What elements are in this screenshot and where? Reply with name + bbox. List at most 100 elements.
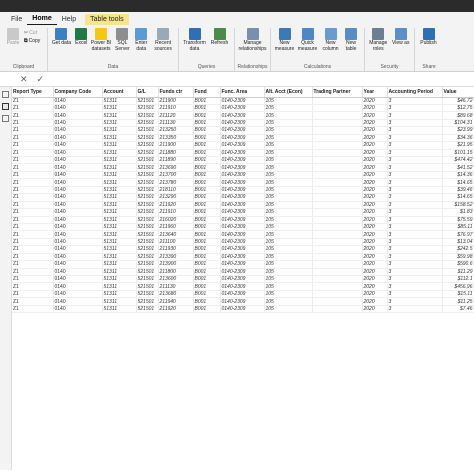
table-cell[interactable]: 0140-2309 [220, 111, 265, 120]
table-cell[interactable]: 213700 [158, 171, 194, 180]
table-cell[interactable]: 0140 [53, 268, 103, 277]
table-cell[interactable]: B001 [193, 119, 221, 128]
table-row[interactable]: Z1 0140 51311 521501 211130 B001 0140-2309 105 2… [12, 119, 474, 128]
table-cell[interactable]: 51311 [102, 238, 137, 247]
table-cell[interactable]: $34.36 [442, 134, 474, 143]
table-cell[interactable]: 0140 [53, 208, 103, 217]
table-cell[interactable]: Z1 [12, 163, 54, 172]
table-cell[interactable]: 0140 [53, 111, 103, 120]
table-cell[interactable]: 0140-2309 [220, 97, 265, 105]
table-cell[interactable]: $15.11 [442, 290, 474, 299]
table-cell[interactable]: 2020 [362, 275, 388, 284]
table-cell[interactable]: Z1 [12, 111, 54, 120]
tab-help[interactable]: Help [57, 16, 81, 25]
table-cell[interactable]: B001 [193, 201, 221, 210]
table-cell[interactable]: 105 [264, 268, 313, 277]
table-cell[interactable]: 3 [387, 201, 443, 210]
recent-sources-button[interactable]: Recent sources [150, 28, 176, 64]
table-cell[interactable]: 521501 [136, 156, 159, 165]
table-cell[interactable]: 0140 [53, 230, 103, 239]
table-cell[interactable]: 211890 [158, 156, 194, 165]
table-cell[interactable]: 0140-2309 [220, 268, 265, 277]
column-header[interactable]: Account [102, 87, 137, 98]
table-cell[interactable]: 0140 [53, 171, 103, 180]
table-cell[interactable]: 51311 [102, 201, 137, 210]
table-cell[interactable]: 105 [264, 208, 313, 217]
table-cell[interactable]: 211930 [158, 245, 194, 254]
table-cell[interactable]: B001 [193, 223, 221, 232]
table-cell[interactable]: 211910 [158, 208, 194, 217]
table-row[interactable]: Z1 0140 51311 521501 213780 B001 0140-2309 105 2… [12, 178, 474, 187]
table-cell[interactable]: 2020 [362, 111, 388, 120]
table-cell[interactable]: 3 [387, 149, 443, 158]
column-header[interactable]: Func. Area [220, 87, 265, 98]
column-header[interactable]: Report Type [12, 87, 54, 98]
table-cell[interactable]: 2020 [362, 134, 388, 143]
table-cell[interactable]: 51311 [102, 245, 137, 254]
table-cell[interactable]: 0140 [53, 223, 103, 232]
table-cell[interactable]: 521501 [136, 163, 159, 172]
table-cell[interactable]: Z1 [12, 275, 54, 284]
table-row[interactable]: Z1 0140 51311 521501 211910 B001 0140-2309 105 2… [12, 104, 474, 113]
table-cell[interactable]: 2020 [362, 104, 388, 113]
table-cell[interactable]: Z1 [12, 119, 54, 128]
table-cell[interactable]: $112.1 [442, 275, 474, 284]
table-cell[interactable]: 0140 [53, 305, 103, 314]
table-cell[interactable] [312, 297, 363, 306]
manage-relationships-button[interactable]: Manage relationships [237, 28, 268, 64]
table-cell[interactable]: 51311 [102, 134, 137, 143]
table-cell[interactable]: 521501 [136, 275, 159, 284]
table-cell[interactable]: 3 [387, 134, 443, 143]
table-cell[interactable] [312, 253, 363, 262]
table-cell[interactable]: 521501 [136, 216, 159, 224]
table-cell[interactable]: 0140-2309 [220, 141, 265, 150]
table-cell[interactable]: 0140 [53, 253, 103, 262]
table-cell[interactable] [312, 282, 363, 291]
table-cell[interactable] [312, 134, 363, 143]
table-cell[interactable]: 105 [264, 156, 313, 165]
table-cell[interactable]: 51311 [102, 297, 137, 306]
table-cell[interactable]: $14.65 [442, 193, 474, 202]
table-cell[interactable]: 51311 [102, 163, 137, 172]
table-cell[interactable]: $13.04 [442, 238, 474, 247]
table-cell[interactable]: 51311 [102, 119, 137, 128]
table-cell[interactable]: 213900 [158, 260, 194, 269]
table-cell[interactable]: 2020 [362, 141, 388, 150]
table-cell[interactable]: Z1 [12, 141, 54, 150]
table-cell[interactable] [312, 97, 363, 105]
table-cell[interactable]: 0140-2309 [220, 156, 265, 165]
table-cell[interactable]: B001 [193, 134, 221, 143]
cut-button[interactable]: ✂ Cut [24, 30, 45, 36]
table-cell[interactable]: 211130 [158, 119, 194, 128]
table-cell[interactable]: Z1 [12, 178, 54, 187]
table-cell[interactable]: 0140 [53, 186, 103, 195]
table-cell[interactable]: 521501 [136, 134, 159, 143]
table-cell[interactable]: 218110 [158, 186, 194, 195]
table-cell[interactable]: 2020 [362, 245, 388, 254]
table-cell[interactable]: B001 [193, 163, 221, 172]
table-cell[interactable]: 0140-2309 [220, 104, 265, 113]
table-cell[interactable]: 521501 [136, 201, 159, 210]
table-cell[interactable]: 211880 [158, 149, 194, 158]
view-as-button[interactable]: View as [390, 28, 413, 64]
table-cell[interactable]: 0140-2309 [220, 134, 265, 143]
table-cell[interactable] [312, 156, 363, 165]
table-cell[interactable]: 2020 [362, 253, 388, 262]
table-row[interactable]: Z1 0140 51311 521501 211910 B001 0140-2309 105 2… [12, 208, 474, 217]
table-cell[interactable]: 521501 [136, 230, 159, 239]
table-cell[interactable]: 0140 [53, 282, 103, 291]
table-cell[interactable]: 0140-2309 [220, 223, 265, 232]
table-cell[interactable]: 213690 [158, 163, 194, 172]
table-cell[interactable]: 0140-2309 [220, 178, 265, 187]
table-cell[interactable]: B001 [193, 126, 221, 135]
cancel-icon[interactable]: ✕ [20, 74, 28, 85]
table-cell[interactable]: 0140-2309 [220, 297, 265, 306]
table-row[interactable]: Z1 0140 51311 521501 211930 B001 0140-2309 105 2… [12, 245, 474, 254]
table-cell[interactable]: 105 [264, 193, 313, 202]
table-row[interactable]: Z1 0140 51311 521501 211920 B001 0140-2309 105 2… [12, 201, 474, 210]
table-row[interactable]: Z1 0140 51311 521501 213900 B001 0140-2309 105 2… [12, 260, 474, 269]
table-cell[interactable]: 213350 [158, 134, 194, 143]
table-cell[interactable]: 521501 [136, 97, 159, 105]
table-cell[interactable]: $158.52 [442, 201, 474, 210]
table-cell[interactable]: 2020 [362, 97, 388, 105]
